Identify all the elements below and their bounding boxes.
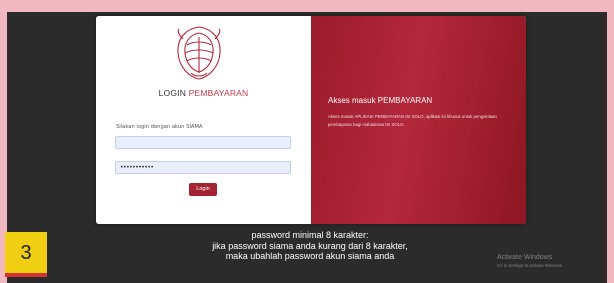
username-input[interactable] xyxy=(115,136,291,149)
activate-windows-watermark: Activate Windows Go to Settings to activ… xyxy=(497,254,563,268)
info-pane: Akses masuk PEMBAYARAN Akses masuk APLIK… xyxy=(311,16,526,224)
password-input[interactable]: ••••••••••• xyxy=(115,161,291,174)
watermark-title: Activate Windows xyxy=(497,254,553,261)
university-logo-icon xyxy=(177,26,221,80)
login-button[interactable]: Login xyxy=(189,183,217,196)
caption-line-1: password minimal 8 karakter: xyxy=(251,230,369,240)
login-form-pane: LOGIN PEMBAYARAN Silakan login dengan ak… xyxy=(96,16,311,224)
info-description: Akses masuk APLIKASI PEMBAYARAN ISI SOLO… xyxy=(328,114,497,127)
step-badge: 3 xyxy=(5,232,47,277)
title-pembayaran-word: PEMBAYARAN xyxy=(188,88,249,98)
login-prompt: Silakan login dengan akun SIAMA xyxy=(116,124,203,130)
step-number: 3 xyxy=(20,242,32,264)
frame-top-band xyxy=(0,0,614,12)
instruction-caption: password minimal 8 karakter: jika passwo… xyxy=(150,230,470,262)
info-title: Akses masuk PEMBAYARAN xyxy=(328,96,433,105)
login-card: LOGIN PEMBAYARAN Silakan login dengan ak… xyxy=(96,16,526,224)
caption-line-2: jika password siama anda kurang dari 8 k… xyxy=(212,240,408,251)
frame-right-band xyxy=(607,0,614,283)
watermark-subtitle: Go to Settings to activate Windows. xyxy=(497,263,564,268)
caption-line-3: maka ubahlah password akun siama anda xyxy=(225,251,395,261)
title-login-word: LOGIN xyxy=(158,88,187,98)
page-title: LOGIN PEMBAYARAN xyxy=(96,88,311,98)
